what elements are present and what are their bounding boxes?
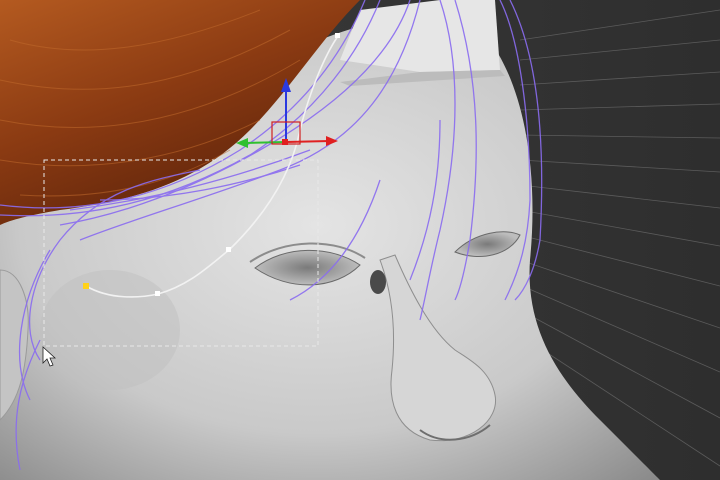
gizmo-center[interactable]	[282, 139, 288, 145]
cheek-shade	[40, 270, 180, 390]
control-point[interactable]	[155, 291, 160, 296]
viewport-canvas[interactable]	[0, 0, 720, 480]
selected-control-point[interactable]	[83, 283, 89, 289]
3d-viewport[interactable]	[0, 0, 720, 480]
gizmo-y-axis[interactable]	[243, 141, 287, 144]
control-point[interactable]	[335, 33, 340, 38]
forehead-cap	[340, 0, 500, 72]
gizmo-x-axis[interactable]	[285, 140, 331, 143]
inner-eye-shadow	[370, 270, 386, 294]
control-point[interactable]	[226, 247, 231, 252]
